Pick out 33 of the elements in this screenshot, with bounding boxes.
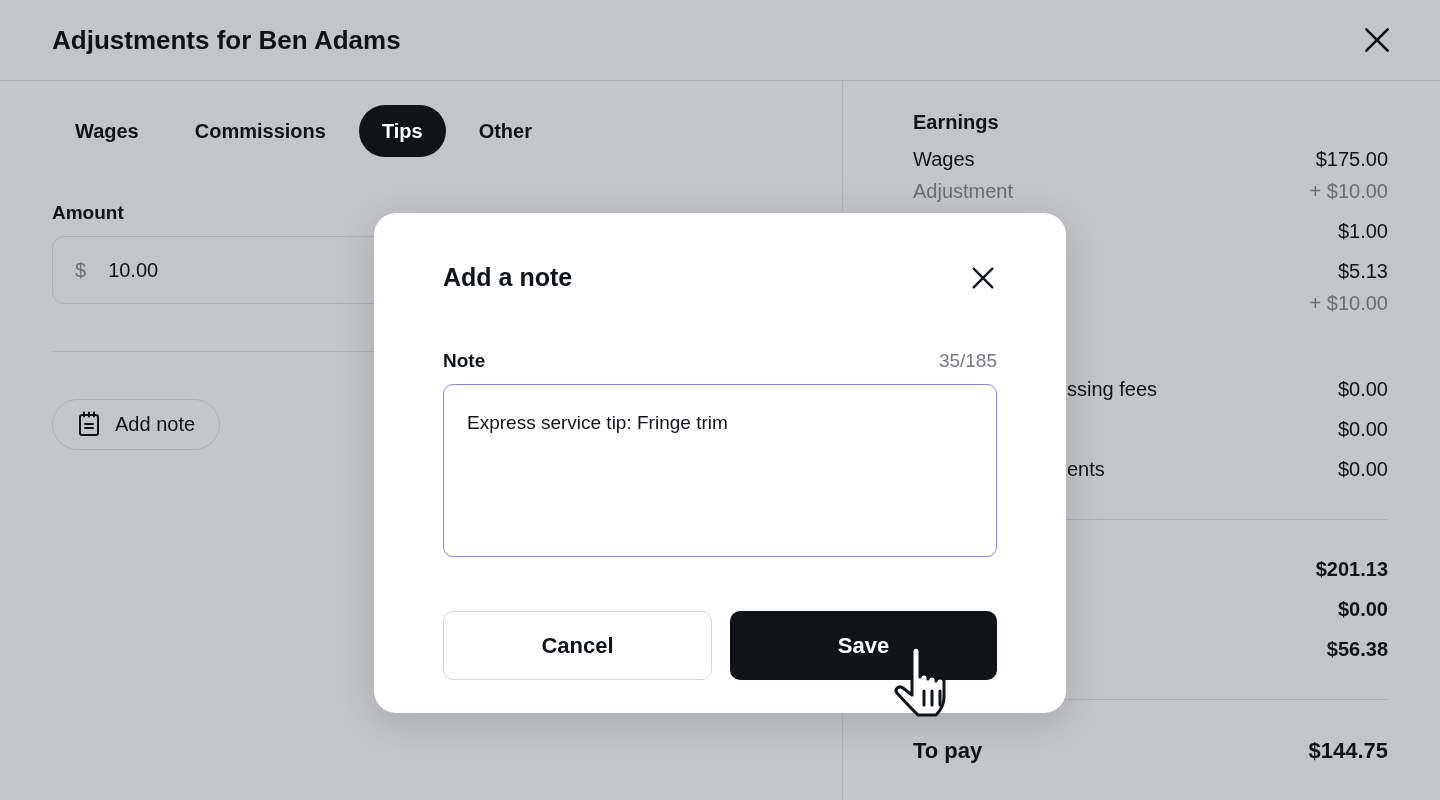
tab[interactable]: Tips (358, 105, 446, 157)
total-label: To pay (913, 737, 983, 765)
summary-value: $56.38 (1326, 637, 1388, 662)
character-counter: 35/185 (938, 348, 997, 373)
dialog-title: Add a note (443, 262, 573, 293)
summary-value: $1.00 (1337, 219, 1388, 244)
amount-value: 10.00 (108, 257, 159, 283)
summary-value: $0.00 (1337, 417, 1388, 442)
page-title: Adjustments for Ben Adams (52, 23, 401, 57)
total-value: $144.75 (1308, 737, 1388, 765)
summary-label: Wages (913, 147, 975, 172)
summary-value: $0.00 (1337, 597, 1388, 622)
tab[interactable]: Other (455, 105, 555, 157)
note-field[interactable]: Express service tip: Fringe trim (443, 384, 997, 557)
summary-label: Adjustment (913, 179, 1014, 204)
field-label: Amount (52, 201, 124, 225)
tab[interactable]: Commissions (171, 105, 349, 157)
summary-value: $5.13 (1337, 259, 1388, 284)
summary-value: $0.00 (1337, 457, 1388, 482)
summary-value: + $10.00 (1309, 179, 1388, 204)
section-heading: Earnings (913, 110, 999, 135)
field-label: Note (443, 348, 486, 373)
currency-symbol: $ (75, 257, 87, 283)
summary-value: $175.00 (1315, 147, 1388, 172)
tab[interactable]: Wages (52, 105, 162, 157)
summary-value: $201.13 (1315, 557, 1388, 582)
save-button[interactable]: Save (730, 611, 997, 680)
summary-label: ents (1067, 457, 1105, 482)
cancel-button[interactable]: Cancel (443, 611, 712, 680)
summary-value: $0.00 (1337, 377, 1388, 402)
notepad-icon (77, 411, 101, 437)
summary-label: ssing fees (1067, 377, 1158, 402)
summary-value: + $10.00 (1309, 291, 1388, 316)
